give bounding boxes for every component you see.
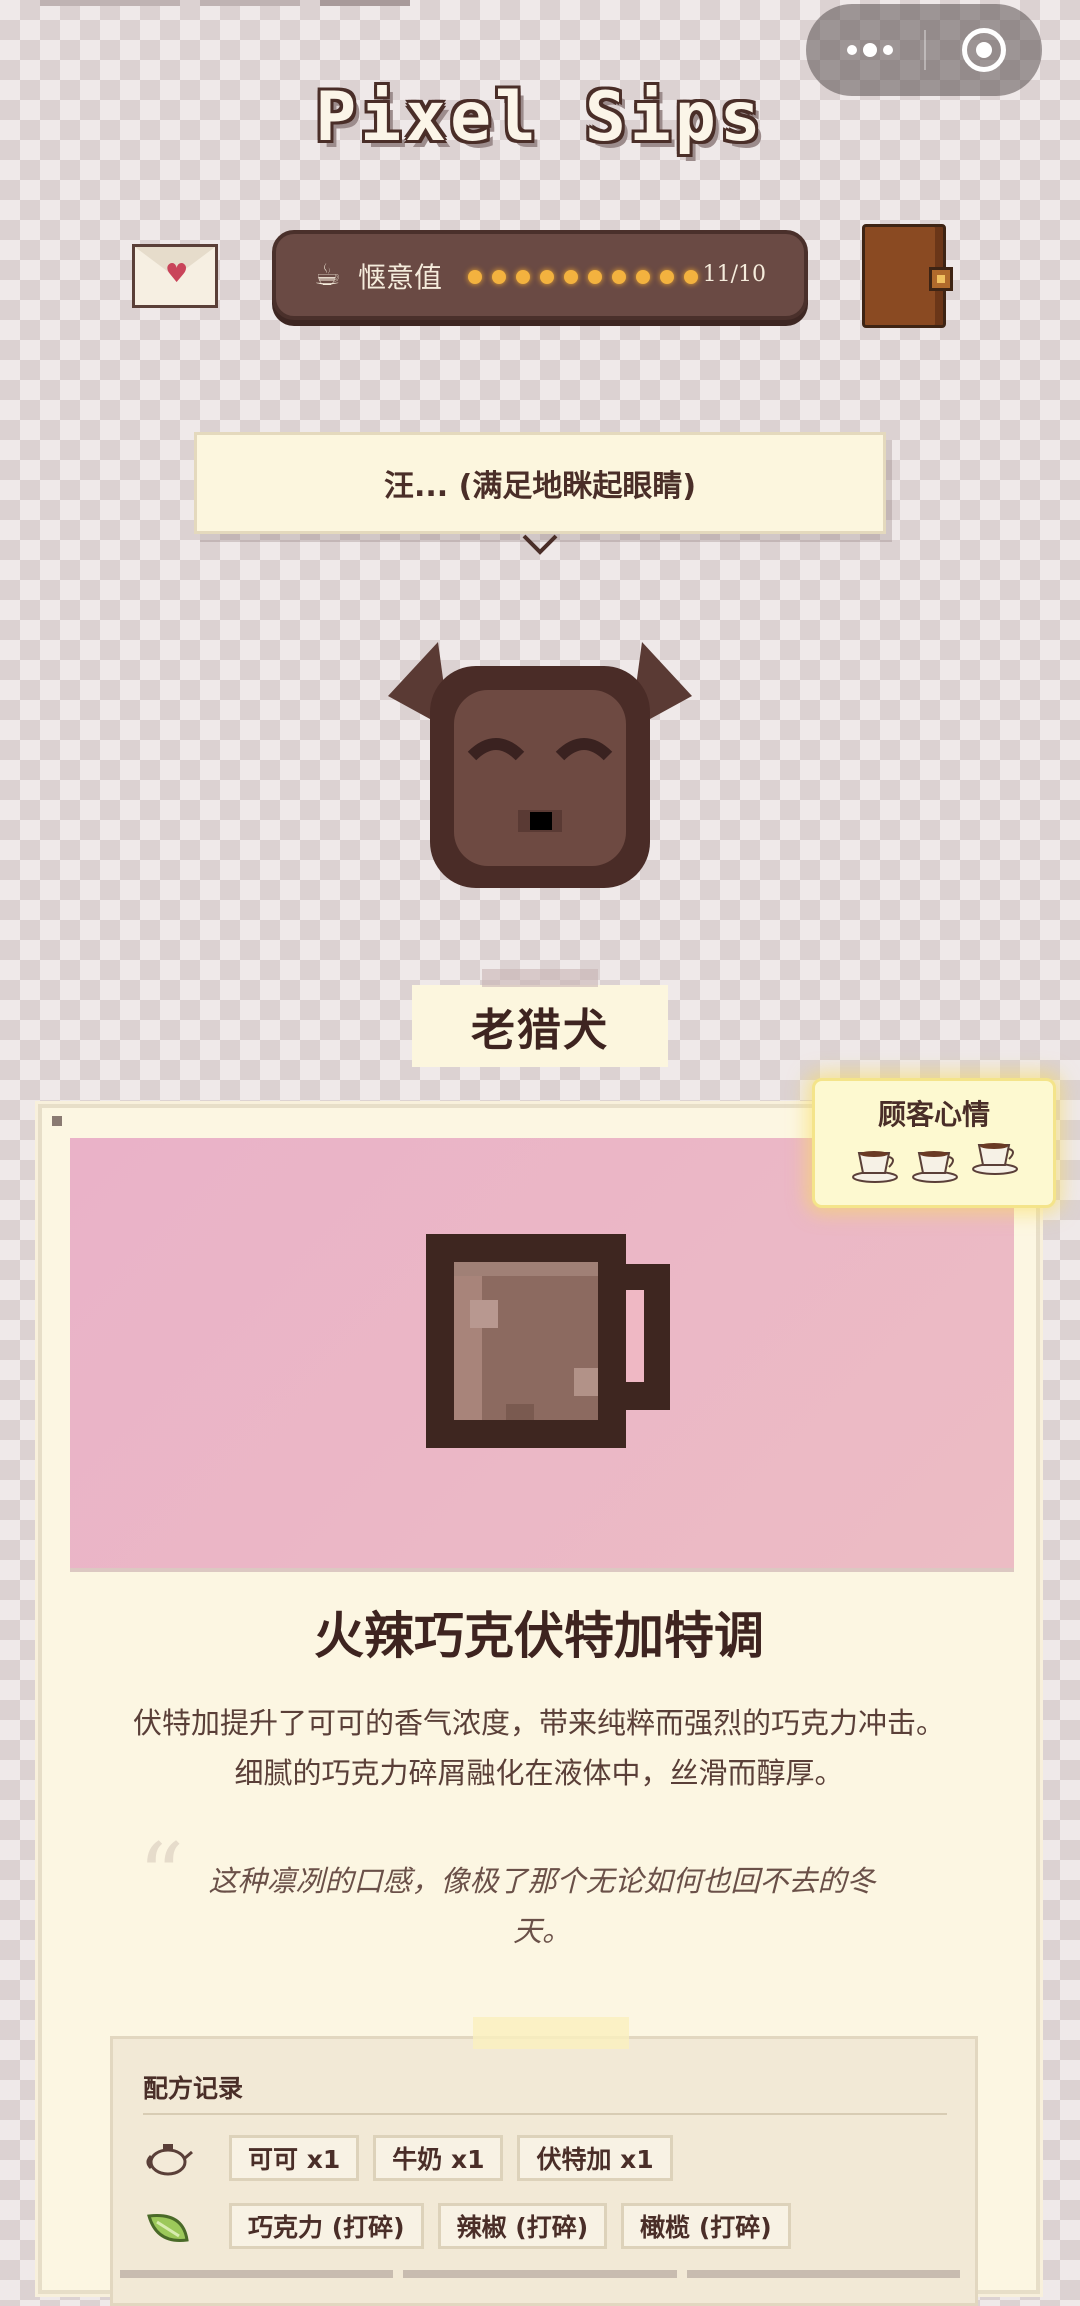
topping-chip: 橄榄 (打碎) [621,2203,791,2249]
coffee-cup-icon [851,1143,901,1187]
coffee-cup-icon [911,1143,961,1187]
comfort-dot [612,270,626,284]
ingredient-chip: 伏特加 x1 [517,2135,673,2181]
comfort-dot [636,270,650,284]
top-tab-strip [320,0,410,6]
topping-chip: 辣椒 (打碎) [437,2203,608,2249]
journal-clasp [929,267,953,291]
more-dots-icon[interactable] [840,34,900,66]
customer-name-text: 老猎犬 [471,1005,609,1056]
comfort-dot [684,270,698,284]
drink-name: 火辣巧克伏特加特调 [314,1607,764,1665]
coffee-cup-icon: ☕ [314,258,341,293]
topping-chip: 巧克力 (打碎) [229,2203,424,2249]
ingredient-chip: 牛奶 x1 [373,2135,504,2181]
mood-title: 顾客心情 [877,1098,990,1131]
drink-quote: 这种凛冽的口感，像极了那个无论如何也回不去的冬天。 [208,1864,876,1948]
ingredient-chip: 可可 x1 [229,2135,360,2181]
top-tab-strip [40,0,180,6]
quote-mark-icon: “ [138,1824,185,1929]
speech-bubble: 汪... (满足地眯起眼睛) [194,432,886,534]
recipe-title: 配方记录 [143,2074,244,2103]
chevron-down-icon [522,534,558,555]
comfort-dot [492,270,506,284]
teapot-icon [143,2138,193,2178]
comfort-dot [540,270,554,284]
target-circle-icon[interactable] [962,28,1006,72]
recipe-liquids-row: 可可 x1 牛奶 x1 伏特加 x1 [143,2135,673,2181]
comfort-dot [564,270,578,284]
card-corner-marker [52,1116,62,1126]
mug-icon [426,1234,670,1448]
mood-cups [851,1143,1021,1187]
customer-name: 老猎犬 [412,969,668,1067]
lime-icon [143,2206,193,2246]
comfort-label: 惬意值 [358,261,443,294]
recipe-divider [143,2113,947,2115]
recipe-toppings-row: 巧克力 (打碎) 辣椒 (打碎) 橄榄 (打碎) [143,2203,791,2249]
coffee-cup-icon [971,1135,1021,1187]
top-tab-strip [200,0,300,6]
heart-icon: ♥ [165,259,189,289]
envelope-heart-icon[interactable]: ♥ [132,244,218,308]
comfort-dot [516,270,530,284]
dialogue-text: 汪... (满足地眯起眼睛) [383,469,697,504]
comfort-meter: ☕ 惬意值 11/10 [272,230,808,320]
drink-description: 伏特加提升了可可的香气浓度，带来纯粹而强烈的巧克力冲击。细腻的巧克力碎屑融化在液… [132,1706,945,1790]
comfort-count: 11/10 [702,262,766,287]
comfort-dot [588,270,602,284]
customer-mood-badge: 顾客心情 [812,1078,1056,1208]
comfort-dot [468,270,482,284]
comfort-dots [468,270,698,284]
drink-card: 火辣巧克伏特加特调 伏特加提升了可可的香气浓度，带来纯粹而强烈的巧克力冲击。细腻… [38,1104,1040,2306]
capsule-divider [924,30,926,70]
comfort-dot [660,270,674,284]
bottom-divider-bars [120,2270,960,2278]
dog-avatar [388,642,692,888]
journal-book-icon[interactable] [862,224,953,328]
app-title: Pixel Sips [315,78,765,157]
recipe-panel: 配方记录 可可 x1 牛奶 x1 伏特加 x1 巧克力 (打碎) 辣椒 (打碎)… [110,2017,978,2306]
